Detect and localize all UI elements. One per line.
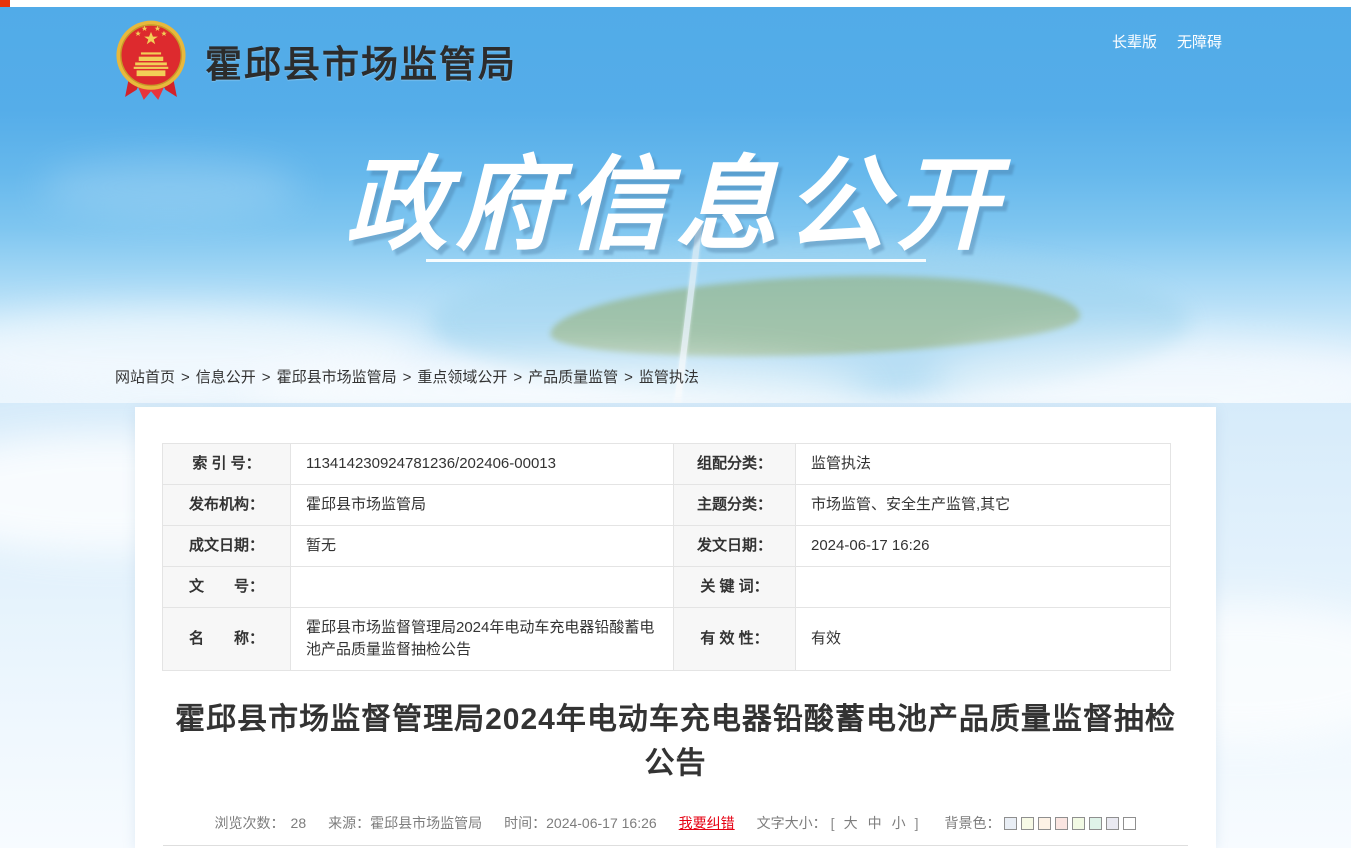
group-category-value: 监管执法 bbox=[795, 443, 1171, 485]
bg-color-swatch[interactable] bbox=[1089, 816, 1103, 830]
validity-value: 有效 bbox=[795, 607, 1171, 671]
bg-color-swatch[interactable] bbox=[1055, 816, 1069, 830]
bracket-open: [ bbox=[830, 815, 835, 831]
article-meta-bar: 浏览次数： 28 来源：霍邱县市场监管局 时间：2024-06-17 16:26… bbox=[135, 812, 1216, 834]
table-row: 文 号： 关 键 词： bbox=[162, 566, 1171, 608]
bg-color-swatch[interactable] bbox=[1004, 816, 1018, 830]
validity-label: 有 效 性： bbox=[673, 607, 796, 671]
accessibility-link[interactable]: 无障碍 bbox=[1177, 31, 1222, 52]
document-info-table: 索 引 号： 113414230924781236/202406-00013 组… bbox=[162, 443, 1171, 671]
view-count-label: 浏览次数： bbox=[214, 815, 285, 831]
breadcrumb-separator: > bbox=[181, 369, 190, 386]
breadcrumb: 网站首页 > 信息公开 > 霍邱县市场监管局 > 重点领域公开 > 产品质量监管 > 监管执法 bbox=[115, 366, 699, 387]
publisher-value: 霍邱县市场监管局 bbox=[290, 484, 674, 526]
breadcrumb-item-supervision-law[interactable]: 监管执法 bbox=[639, 369, 699, 386]
top-left-red-mark bbox=[0, 0, 10, 7]
banner-title: 政府信息公开 bbox=[345, 148, 1006, 262]
site-name[interactable]: 霍邱县市场监管局 bbox=[205, 34, 517, 88]
view-count: 浏览次数： 28 bbox=[215, 813, 307, 833]
national-emblem-icon[interactable] bbox=[115, 19, 187, 103]
breadcrumb-item-info-disclosure[interactable]: 信息公开 bbox=[196, 369, 256, 386]
publish-date-value: 2024-06-17 16:26 bbox=[795, 525, 1171, 567]
bg-color-swatch[interactable] bbox=[1072, 816, 1086, 830]
background-color-label: 背景色： bbox=[944, 815, 1001, 831]
group-category-label: 组配分类： bbox=[673, 443, 796, 485]
font-size-small-button[interactable]: 小 bbox=[892, 813, 906, 833]
article-title: 霍邱县市场监督管理局2024年电动车充电器铅酸蓄电池产品质量监督抽检公告 bbox=[175, 703, 1176, 780]
name-value: 霍邱县市场监督管理局2024年电动车充电器铅酸蓄电池产品质量监督抽检公告 bbox=[290, 607, 674, 671]
table-row: 成文日期： 暂无 发文日期： 2024-06-17 16:26 bbox=[162, 525, 1171, 567]
table-row: 索 引 号： 113414230924781236/202406-00013 组… bbox=[162, 443, 1171, 485]
keywords-value bbox=[795, 566, 1171, 608]
breadcrumb-item-key-areas[interactable]: 重点领域公开 bbox=[417, 369, 507, 386]
topic-category-value: 市场监管、安全生产监管,其它 bbox=[795, 484, 1171, 526]
written-date-value: 暂无 bbox=[290, 525, 674, 567]
breadcrumb-separator: > bbox=[402, 369, 412, 386]
name-label: 名 称： bbox=[162, 607, 291, 671]
breadcrumb-separator: > bbox=[261, 369, 271, 386]
doc-number-label: 文 号： bbox=[162, 566, 291, 608]
publisher-label: 发布机构： bbox=[162, 484, 291, 526]
view-count-value: 28 bbox=[290, 815, 307, 831]
bg-color-swatch[interactable] bbox=[1021, 816, 1035, 830]
utility-links: 长辈版 无障碍 bbox=[1112, 31, 1222, 52]
keywords-label: 关 键 词： bbox=[673, 566, 796, 608]
table-row: 发布机构： 霍邱县市场监管局 主题分类： 市场监管、安全生产监管,其它 bbox=[162, 484, 1171, 526]
font-size-medium-button[interactable]: 中 bbox=[868, 813, 882, 833]
publish-date-label: 发文日期： bbox=[673, 525, 796, 567]
doc-number-value bbox=[290, 566, 674, 608]
bracket-close: ] bbox=[914, 815, 919, 831]
index-number-label: 索 引 号： bbox=[162, 443, 291, 485]
breadcrumb-item-home[interactable]: 网站首页 bbox=[115, 369, 175, 386]
font-size-large-button[interactable]: 大 bbox=[844, 813, 858, 833]
written-date-label: 成文日期： bbox=[162, 525, 291, 567]
breadcrumb-separator: > bbox=[513, 369, 523, 386]
bg-color-swatch[interactable] bbox=[1123, 816, 1137, 830]
breadcrumb-item-bureau[interactable]: 霍邱县市场监管局 bbox=[277, 369, 397, 386]
error-correction-link[interactable]: 我要纠错 bbox=[679, 813, 735, 833]
banner-underline bbox=[425, 259, 926, 262]
elder-version-link[interactable]: 长辈版 bbox=[1112, 31, 1157, 52]
breadcrumb-item-product-quality[interactable]: 产品质量监管 bbox=[528, 369, 618, 386]
font-size-control: 文字大小： [ 大 中 小 ] bbox=[757, 813, 923, 833]
table-row: 名 称： 霍邱县市场监督管理局2024年电动车充电器铅酸蓄电池产品质量监督抽检公… bbox=[162, 607, 1171, 671]
topic-category-label: 主题分类： bbox=[673, 484, 796, 526]
index-number-value: 113414230924781236/202406-00013 bbox=[290, 443, 674, 485]
breadcrumb-separator: > bbox=[624, 369, 633, 386]
publish-time: 时间：2024-06-17 16:26 bbox=[504, 815, 657, 831]
bg-color-swatch[interactable] bbox=[1106, 816, 1120, 830]
site-header: 霍邱县市场监管局 bbox=[115, 17, 517, 105]
background-color-control: 背景色： bbox=[944, 813, 1137, 833]
banner: 霍邱县市场监管局 长辈版 无障碍 政府信息公开 网站首页 > 信息公开 > 霍邱县市场监… bbox=[0, 7, 1351, 403]
source: 来源：霍邱县市场监管局 bbox=[328, 815, 483, 831]
bg-color-swatch[interactable] bbox=[1038, 816, 1052, 830]
top-edge-strip bbox=[0, 0, 1351, 7]
content-card: 索 引 号： 113414230924781236/202406-00013 组… bbox=[135, 407, 1216, 848]
font-size-label: 文字大小： bbox=[756, 815, 827, 831]
bottom-divider bbox=[163, 845, 1188, 846]
